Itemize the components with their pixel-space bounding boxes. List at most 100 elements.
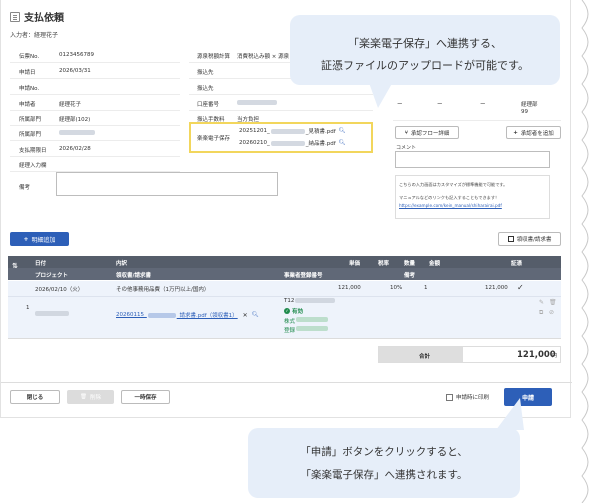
table-header-row2: ⇅ プロジェクト 領収書/請求書 事業者登録番号 備考 [8, 262, 561, 280]
flow-icon: ⑂ [404, 129, 408, 136]
save-draft-button[interactable]: 一時保存 [121, 390, 170, 404]
approval-col-4: 経理部 [521, 102, 538, 108]
payee2-label: 振込先 [197, 86, 214, 92]
comment-label: コメント [396, 145, 417, 151]
sort-icon[interactable]: ⇅ [12, 262, 18, 270]
apply-date-label: 申請日 [19, 70, 36, 76]
col-project: プロジェクト [35, 273, 69, 279]
row-item: その他事務用品費（1万円以上/国内） [116, 287, 210, 293]
applicant-value: 経理花子 [59, 102, 82, 108]
row-quantity: 1 [424, 285, 428, 291]
slip-no-value: 0123456789 [59, 52, 94, 58]
callout-top: 「楽楽電子保存」へ連携する、 証憑ファイルのアップロードが可能です。 [290, 15, 560, 85]
attached-file-2[interactable]: 20260210_ _納品書.pdf 🔍︎ [239, 139, 346, 147]
add-approver-button[interactable]: + 承認者を追加 [506, 126, 561, 139]
apply-no-label: 申請No. [19, 86, 40, 92]
remarks-label: 備考 [19, 185, 31, 191]
due-date-value: 2026/02/28 [59, 146, 91, 152]
zoom-icon[interactable]: 🔍︎ [252, 312, 259, 318]
row-project [35, 311, 69, 318]
department-label: 所属部門 [19, 117, 42, 123]
registration-number: T12 [284, 298, 336, 304]
callout-bottom-pointer [496, 398, 524, 430]
valid-check-icon: ✓ [284, 308, 290, 314]
notice-box: こちらの入力画面はカスタマイズが標準機能で可能です。 マニュアルなどのリンクも記… [395, 175, 550, 219]
row-unit-price: 121,000 [338, 285, 361, 291]
receipt-icon [507, 236, 514, 242]
notice-line1: こちらの入力画面はカスタマイズが標準機能で可能です。 [399, 182, 508, 187]
torn-edge-decoration [581, 0, 589, 503]
comment-textarea[interactable] [395, 151, 550, 168]
approval-col-3: ー [480, 102, 486, 108]
close-button[interactable]: 閉じる [10, 390, 60, 404]
col-amount: 金額 [429, 261, 441, 267]
total-unit: 円 [552, 353, 558, 359]
page-title: 支払依頼 [24, 13, 64, 24]
slip-no-label: 伝票No. [19, 54, 40, 60]
plus-icon: + [513, 129, 518, 136]
callout-top-pointer [368, 80, 394, 108]
applicant-label: 申請者 [19, 102, 36, 108]
page-header: 支払依頼 [10, 9, 64, 24]
notice-line2: マニュアルなどのリンクも記入することもできます！ [399, 195, 500, 200]
rakuraku-label: 楽楽電子保存 [197, 136, 231, 142]
copy-icon[interactable]: ⧉ [539, 309, 543, 317]
table-header-row1: 日付 内訳 単価 税率 数量 金額 証憑 [8, 256, 561, 268]
zoom-icon[interactable]: 🔍︎ [339, 140, 346, 146]
payee-label: 振込先 [197, 70, 214, 76]
plus-icon: + [23, 235, 29, 243]
print-checkbox[interactable] [446, 393, 453, 401]
inputter-label: 入力者：経理花子 [10, 32, 59, 39]
manual-link[interactable]: https://example.com/kein_manual/shiharai… [399, 203, 502, 208]
remove-file-icon[interactable]: ✕ [243, 312, 248, 319]
total-row: 合計 121,000 円 [378, 346, 561, 363]
link-icon[interactable]: ⊘ [549, 309, 554, 316]
registration-line: 登録 [284, 326, 329, 334]
approval-flow-detail-button[interactable]: ⑂ 承認フロー詳細 [395, 126, 459, 139]
check-icon: ✓ [517, 283, 524, 292]
apply-date-value: 2026/03/31 [59, 68, 91, 74]
row-receipt-file[interactable]: 20260115_ _請求書.pdf（領収書1） ✕ 🔍︎ [116, 311, 259, 320]
attached-file-1[interactable]: 20251201_ _見積書.pdf 🔍︎ [239, 127, 346, 135]
edit-icon[interactable]: ✎ [539, 299, 544, 306]
col-registration-no: 事業者登録番号 [284, 273, 323, 279]
receipt-invoice-button[interactable]: 領収書/請求書 [498, 232, 561, 246]
table-row[interactable]: 1 2026/02/10（火） その他事務用品費（1万円以上/国内） 121,0… [8, 281, 561, 339]
department2-value [59, 130, 95, 137]
col-unit-price: 単価 [349, 261, 361, 267]
withholding-label: 源泉税額計算 [197, 54, 231, 60]
col-quantity: 数量 [404, 261, 416, 267]
col-evidence: 証憑 [511, 261, 523, 267]
total-label: 合計 [419, 354, 431, 360]
registration-status: ✓ 有効 [284, 308, 304, 315]
account-no-label: 口座番号 [197, 102, 220, 108]
row-number: 1 [26, 305, 30, 311]
delete-button[interactable]: 🗑︎ 削除 [67, 390, 114, 404]
account-no-value [237, 100, 277, 107]
department-value: 経理部(102) [59, 117, 91, 123]
due-date-label: 支払期限日 [19, 148, 47, 154]
remarks-textarea[interactable] [56, 172, 278, 196]
add-detail-button[interactable]: + 明細追加 [10, 232, 69, 246]
accounting-input-label: 経理入力欄 [19, 163, 47, 169]
withholding-value: 消費税込み額 × 源泉 [237, 54, 290, 60]
registration-company: 株式 [284, 317, 329, 325]
approval-col-2: ー [437, 102, 443, 108]
col-remarks: 備考 [404, 273, 416, 279]
trash-icon: 🗑︎ [80, 394, 87, 400]
total-value: 121,000 [517, 350, 556, 360]
approval-sub: 99 [521, 109, 528, 115]
zoom-icon[interactable]: 🔍︎ [339, 128, 346, 134]
col-breakdown: 内訳 [116, 261, 128, 267]
col-receipt: 領収書/請求書 [116, 273, 152, 279]
document-icon [10, 11, 20, 22]
row-date: 2026/02/10（火） [35, 287, 84, 293]
print-on-apply[interactable]: 申請時に印刷 [446, 393, 489, 401]
delete-icon[interactable]: 🗑︎ [549, 299, 557, 306]
department2-label: 所属部門 [19, 132, 42, 138]
col-tax-rate: 税率 [378, 261, 390, 267]
callout-bottom: 「申請」ボタンをクリックすると、 「楽楽電子保存」へ連携されます。 [248, 428, 520, 498]
rakuraku-storage-field: 楽楽電子保存 20251201_ _見積書.pdf 🔍︎ 20260210_ _… [189, 122, 373, 153]
row-tax-rate: 10% [390, 285, 403, 291]
row-amount: 121,000 [485, 285, 508, 291]
